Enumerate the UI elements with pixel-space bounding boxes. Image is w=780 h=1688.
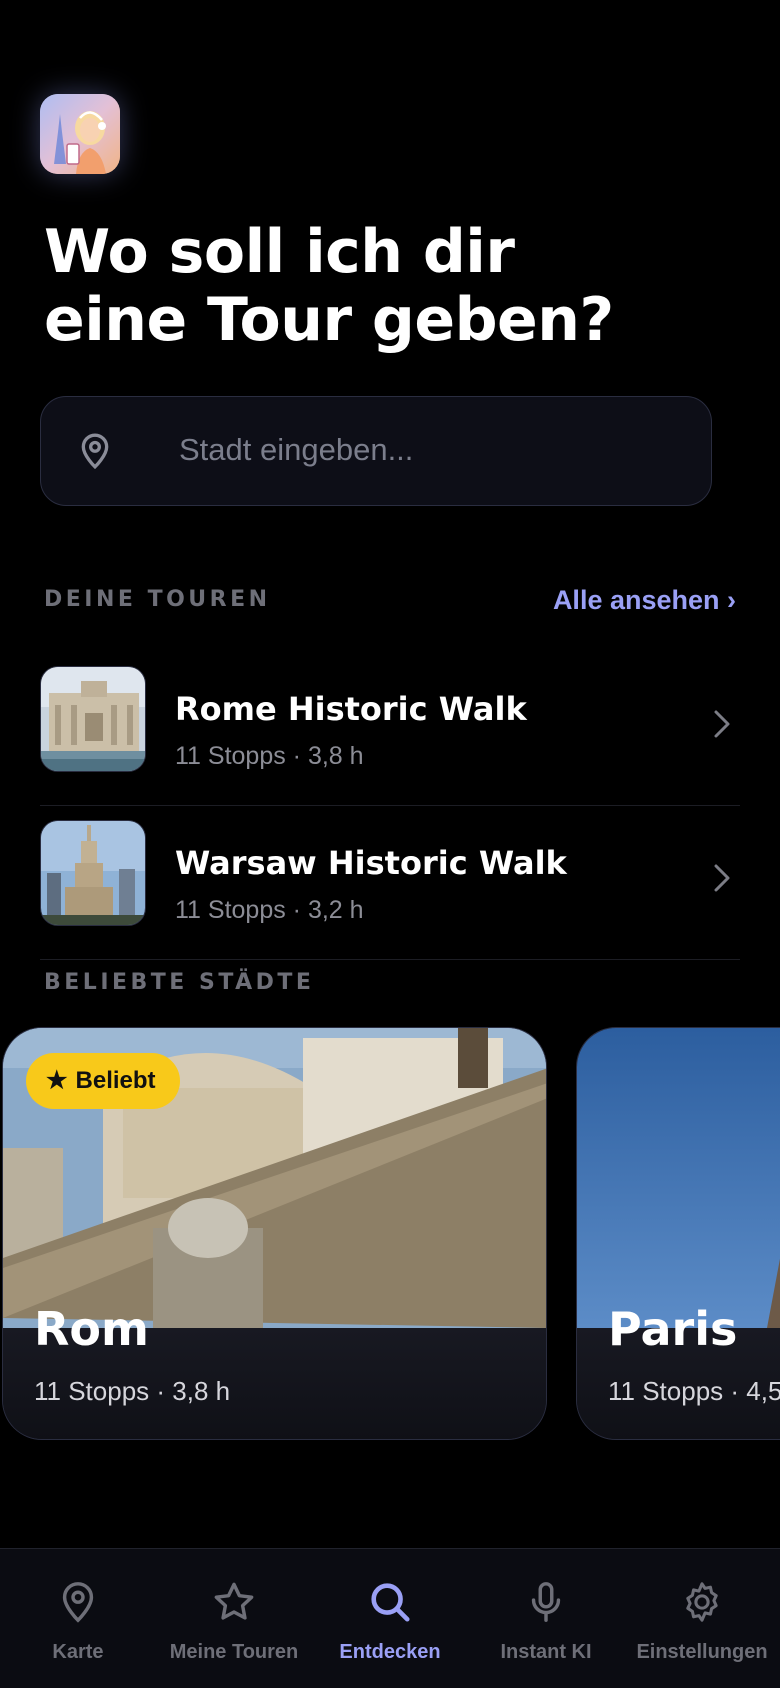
city-search-field[interactable]: [40, 396, 712, 506]
popular-cities-label: BELIEBTE STÄDTE: [44, 970, 315, 995]
tab-label: Meine Touren: [169, 1641, 299, 1663]
tab-label: Instant KI: [500, 1641, 592, 1663]
see-all-link[interactable]: Alle ansehen ›: [553, 585, 736, 616]
map-pin-icon: [62, 1582, 94, 1623]
tour-title: Rome Historic Walk: [175, 690, 527, 728]
tab-einstellungen[interactable]: Einstellungen: [624, 1549, 780, 1688]
microphone-icon: [531, 1582, 561, 1622]
city-photo-paris: [577, 1028, 780, 1328]
tour-title: Warsaw Historic Walk: [175, 844, 567, 882]
gear-icon: [686, 1582, 718, 1622]
app-logo-icon: [40, 94, 120, 174]
bottom-tab-bar: Karte Meine Touren Entdecken Instant KI: [0, 1548, 780, 1688]
tab-label: Einstellungen: [636, 1641, 768, 1663]
tour-thumbnail-warsaw: [40, 820, 146, 926]
chevron-right-icon: [714, 710, 730, 738]
discover-screen: Wo soll ich dir eine Tour geben? DEINE T…: [0, 0, 780, 1688]
headline-line-2: eine Tour geben?: [44, 285, 614, 355]
tab-label: Karte: [52, 1641, 104, 1663]
location-pin-icon: [81, 433, 109, 470]
badge-label: Beliebt: [75, 1067, 156, 1094]
tab-karte[interactable]: Karte: [0, 1549, 156, 1688]
star-icon: [214, 1582, 254, 1620]
tour-thumbnail-rome: [40, 666, 146, 772]
tour-row-warsaw[interactable]: Warsaw Historic Walk 11 Stopps · 3,2 h: [40, 806, 740, 960]
star-icon: ★: [46, 1067, 68, 1094]
popular-badge: ★ Beliebt: [26, 1053, 180, 1109]
page-title: Wo soll ich dir eine Tour geben?: [44, 218, 744, 354]
city-meta: 11 Stopps · 3,8 h: [34, 1376, 231, 1406]
city-search-input[interactable]: [179, 422, 679, 478]
tab-meine-touren[interactable]: Meine Touren: [156, 1549, 312, 1688]
tour-meta: 11 Stopps · 3,8 h: [175, 742, 364, 770]
search-icon: [371, 1583, 410, 1622]
city-name: Rom: [34, 1302, 149, 1356]
city-name: Paris: [608, 1302, 738, 1356]
tab-label: Entdecken: [339, 1641, 441, 1663]
tour-row-rome[interactable]: Rome Historic Walk 11 Stopps · 3,8 h: [40, 652, 740, 806]
tab-entdecken[interactable]: Entdecken: [312, 1549, 468, 1688]
tour-meta: 11 Stopps · 3,2 h: [175, 896, 364, 924]
tab-instant-ki[interactable]: Instant KI: [468, 1549, 624, 1688]
city-meta: 11 Stopps · 4,5: [608, 1376, 780, 1406]
headline-line-1: Wo soll ich dir: [44, 217, 515, 287]
chevron-right-icon: [714, 864, 730, 892]
your-tours-label: DEINE TOUREN: [44, 587, 271, 612]
